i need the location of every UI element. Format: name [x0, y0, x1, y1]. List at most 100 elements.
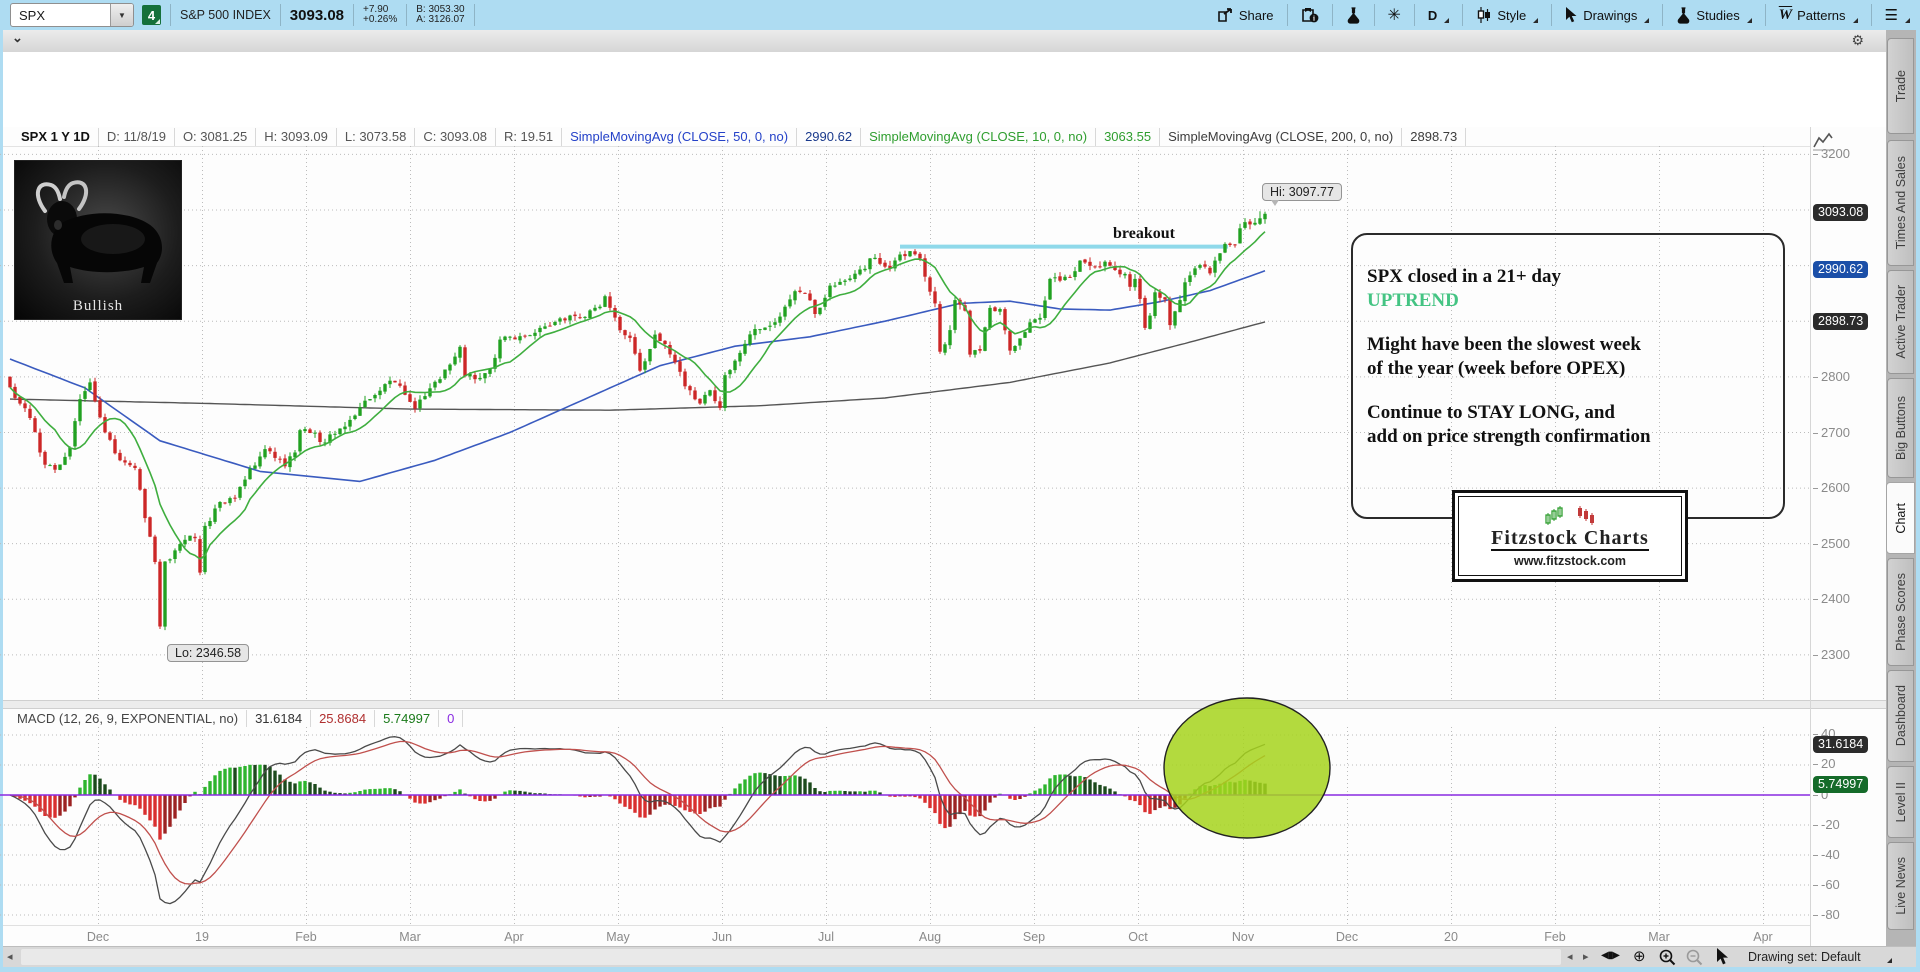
divider [280, 4, 281, 26]
flask-icon [1346, 7, 1361, 24]
axis-tick-label: 2400 [1813, 591, 1850, 606]
divider [1287, 4, 1288, 26]
sidebar-tab-trade[interactable]: Trade [1887, 38, 1914, 134]
divider [1332, 4, 1333, 26]
axis-tick-label: 2700 [1813, 425, 1850, 440]
sidebar-tab-active-trader[interactable]: Active Trader [1887, 270, 1914, 374]
sidebar-tab-level-ii[interactable]: Level II [1887, 766, 1914, 838]
bottom-bar: ◂ ◂ ▸ ◀▮▶ ⊕ Drawing set: Default [3, 946, 1916, 967]
bull-caption: Bullish [15, 298, 181, 315]
cursor-icon [1565, 7, 1578, 23]
sidebar-tab-dashboard[interactable]: Dashboard [1887, 670, 1914, 762]
chart-header-cell: D: 11/8/19 [99, 128, 175, 146]
patterns-button[interactable]: W Patterns [1775, 7, 1862, 24]
note-line: Might have been the slowest week [1367, 333, 1783, 357]
chart-header-cell: SimpleMovingAvg (CLOSE, 50, 0, no) [562, 128, 797, 146]
drawing-set-selector[interactable]: Drawing set: Default [1748, 950, 1861, 964]
bid-ask-block: B: 3053.30 A: 3126.07 [416, 5, 464, 25]
chart-header-cell: O: 3081.25 [175, 128, 256, 146]
scroll-left-icon[interactable]: ◂ [7, 950, 13, 963]
divider [1765, 4, 1766, 26]
sidebar-tab-chart[interactable]: Chart [1886, 482, 1915, 554]
time-axis[interactable]: Dec19FebMarAprMayJunJulAugSepOctNovDec20… [3, 925, 1810, 947]
quick-trade-panel: Qty: +10 + − auto send Buy the Ask Sell … [3, 52, 1886, 127]
chevron-down-icon[interactable]: ▼ [110, 4, 133, 26]
divider [1462, 4, 1463, 26]
axis-tick-label: 2500 [1813, 536, 1850, 551]
scroll-left-arrow-icon[interactable]: ◂ [1567, 950, 1573, 963]
macd-highlight-circle[interactable] [1164, 698, 1330, 838]
candlestick-style-icon [1476, 7, 1492, 23]
collapse-chevron-icon[interactable]: ⌄ [12, 30, 23, 46]
patterns-label: Patterns [1797, 8, 1845, 23]
zoom-out-icon[interactable] [1685, 948, 1703, 971]
axis-price-badge: 5.74997 [1813, 776, 1868, 793]
chart-header-row: SPX 1 Y 1DD: 11/8/19O: 3081.25H: 3093.09… [3, 127, 1810, 147]
month-tick-label: Feb [284, 930, 328, 944]
month-tick-label: Feb [1533, 930, 1577, 944]
axis-price-badge: 2898.73 [1813, 313, 1868, 330]
scroll-right-arrow-icon[interactable]: ▸ [1583, 950, 1589, 963]
share-label: Share [1239, 8, 1274, 23]
sidebar-tab-live-news[interactable]: Live News [1887, 842, 1914, 930]
zoom-in-icon[interactable] [1658, 948, 1676, 971]
timeframe-button[interactable]: D [1424, 8, 1453, 23]
month-tick-label: Jun [700, 930, 744, 944]
change-block: +7.90 +0.26% [363, 5, 397, 25]
analysis-tools-button[interactable] [1342, 7, 1365, 24]
month-tick-label: Jul [804, 930, 848, 944]
drawings-button[interactable]: Drawings [1561, 7, 1653, 23]
low-badge[interactable]: Lo: 2346.58 [167, 644, 249, 662]
symbol-select[interactable]: SPX ▼ [10, 3, 134, 27]
watchlist-badge[interactable]: 4 [142, 5, 161, 25]
dropdown-corner-icon [1905, 18, 1910, 23]
divider [1662, 4, 1663, 26]
ask-value: A: 3126.07 [416, 15, 464, 25]
note-line: SPX closed in a 21+ day [1367, 265, 1783, 289]
chart-menu-button[interactable]: ☰ [1881, 6, 1914, 24]
sidebar-tab-phase-scores[interactable]: Phase Scores [1887, 558, 1914, 666]
share-button[interactable]: Share [1213, 7, 1278, 23]
axis-tick-label: 2300 [1813, 647, 1850, 662]
chart-toolbar: Share i ✳ D [1213, 0, 1920, 30]
month-tick-label: Oct [1116, 930, 1160, 944]
macd-chart[interactable] [0, 727, 1810, 925]
analysis-note-box[interactable]: SPX closed in a 21+ dayUPTRENDMight have… [1351, 233, 1785, 519]
pane-divider[interactable] [3, 700, 1886, 709]
style-button[interactable]: Style [1472, 7, 1542, 23]
pan-icon[interactable]: ◀▮▶ [1601, 950, 1619, 961]
sidebar-tab-label: Big Buttons [1894, 396, 1908, 460]
trade-panel-collapse-bar[interactable]: ⌄ ⚙ [3, 30, 1886, 53]
axis-tick-label: -60 [1813, 877, 1840, 892]
month-tick-label: Apr [492, 930, 536, 944]
pointer-cursor-icon[interactable] [1715, 948, 1729, 970]
high-badge[interactable]: Hi: 3097.77 [1262, 183, 1342, 201]
dropdown-corner-icon [1747, 18, 1752, 23]
chart-header-cell: SimpleMovingAvg (CLOSE, 10, 0, no) [861, 128, 1096, 146]
change-percent: +0.26% [363, 15, 397, 25]
studies-button[interactable]: Studies [1672, 7, 1755, 24]
sidebar-tab-big-buttons[interactable]: Big Buttons [1887, 378, 1914, 478]
flask-icon [1676, 7, 1691, 24]
zigzag-icon[interactable] [1812, 131, 1834, 156]
month-tick-label: 20 [1429, 930, 1473, 944]
panel-gear-icon[interactable]: ⚙ [1851, 32, 1864, 49]
macd-header-row: MACD (12, 26, 9, EXPONENTIAL, no)31.6184… [3, 709, 1810, 727]
studies-label: Studies [1696, 8, 1739, 23]
bull-illustration [15, 161, 179, 301]
month-tick-label: Apr [1741, 930, 1785, 944]
chart-scrollbar[interactable] [21, 949, 1561, 965]
flag-report-button[interactable]: i [1297, 7, 1323, 24]
crosshair-icon[interactable]: ⊕ [1633, 947, 1646, 965]
trading-platform-window: SPX ▼ 4 S&P 500 INDEX 3093.08 +7.90 +0.2… [0, 0, 1920, 972]
month-tick-label: Sep [1012, 930, 1056, 944]
breakout-label[interactable]: breakout [1113, 225, 1175, 243]
svg-text:i: i [1313, 14, 1315, 22]
sidebar-tab-times-and-sales[interactable]: Times And Sales [1887, 140, 1914, 266]
divider [353, 4, 354, 26]
sidebar-tab-label: Phase Scores [1894, 573, 1908, 651]
settings-button[interactable]: ✳ [1384, 5, 1405, 25]
sidebar-tab-label: Trade [1894, 70, 1908, 102]
macd-header-cell: 5.74997 [375, 710, 439, 727]
last-price: 3093.08 [290, 7, 344, 24]
